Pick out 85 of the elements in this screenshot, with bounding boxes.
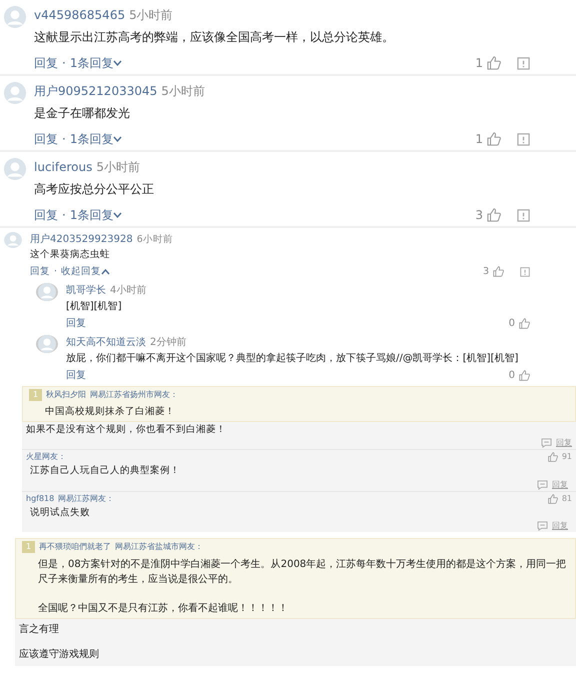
timestamp: 5小时前 [129,8,173,22]
replies-toggle[interactable]: 收起回复 [61,264,110,279]
separator-dot: · [62,131,66,148]
like-count: 3 [482,264,489,278]
comment-text: 言之有理 [18,622,60,637]
username[interactable]: v44598685465 [34,8,126,22]
avatar[interactable] [4,158,26,180]
username[interactable]: 再不猥琐咱們就老了 [39,540,112,553]
reply-link[interactable]: 回复 [552,478,568,490]
report-icon[interactable] [517,208,530,222]
username[interactable]: 知天高不知道云淡 [66,336,146,348]
caret-icon [101,268,110,275]
user-location: 网易江苏省盐城市网友： [115,540,204,553]
username[interactable]: hgf818 [26,492,54,504]
comment-text: 这个果葵病态虫蛀 [30,248,111,262]
avatar[interactable] [4,82,26,104]
comment-text: 江苏自己人玩自己人的典型案例！ [29,464,181,478]
username[interactable]: 用户9095212033045 [34,84,158,98]
separator-dot: · [54,264,58,278]
username[interactable]: 秋风扫夕阳 [46,388,86,401]
caret-icon [113,60,122,66]
avatar[interactable] [36,282,58,301]
comment-text: 这献显示出江苏高考的弊端，应该像全国高考一样，以总分论英雄。 [34,29,395,46]
avatar[interactable] [36,334,58,353]
like-count: 1 [475,55,483,72]
report-icon[interactable] [517,56,530,70]
replies-toggle[interactable]: 1条回复 [70,54,122,72]
reply-link[interactable]: 回复 [556,437,572,450]
timestamp: 4小时前 [110,284,146,296]
replies-toggle[interactable]: 1条回复 [70,130,122,148]
avatar[interactable] [4,6,26,28]
thumbs-up-icon[interactable] [487,208,501,222]
like-count: 3 [475,207,483,224]
username[interactable]: 用户4203529923928 [30,234,133,245]
separator-dot: · [62,55,66,72]
comment-text: 应该遵守游戏规则 [18,648,100,662]
like-count: 81 [562,492,572,504]
reply-link[interactable]: 回复 [66,316,509,331]
thumbs-up-icon[interactable] [487,56,501,70]
floor-number: 1 [29,388,42,401]
comment-text: 如果不是没有这个规则，你也看不到白湘菱！ [25,423,227,437]
thumbs-up-icon[interactable] [519,318,530,329]
caret-icon [113,212,122,218]
timestamp: 6小时前 [136,234,173,245]
username[interactable]: 凯哥学长 [66,284,106,296]
reply-link[interactable]: 回复 [66,368,509,383]
timestamp: 5小时前 [96,160,140,174]
comment-icon[interactable] [541,438,552,448]
avatar[interactable] [4,232,22,248]
comment-text: 放屁，你们都干嘛不离开这个国家呢？典型的拿起筷子吃肉，放下筷子骂娘//@凯哥学长：[机智][机智] [66,352,520,366]
reply-link[interactable]: 回复 [34,206,58,224]
like-count: 0 [508,368,515,383]
comment-text: 说明试点失败 [29,506,91,520]
comment-text: 高考应按总分公平公正 [34,181,155,198]
like-count: 91 [562,451,572,464]
thumbs-up-icon[interactable] [548,494,558,504]
comment-text: 是金子在哪都发光 [34,105,131,122]
reply-link[interactable]: 回复 [552,520,568,532]
reply-link[interactable]: 回复 [30,264,50,279]
like-count: 1 [475,131,483,148]
comment-icon[interactable] [537,480,548,490]
report-icon[interactable] [520,266,530,277]
quote-text: 但是，08方案针对的不是淮阴中学白湘菱一个考生。从2008年起，江苏每年数十万考生使用的都是这个方案，用同一把尺子来衡量所有的考生，应当说是很公平的。 [37,558,568,587]
username[interactable]: 火星网友： [26,451,66,464]
reply-link[interactable]: 回复 [34,54,58,72]
timestamp: 2分钟前 [150,336,186,348]
thumbs-up-icon[interactable] [493,266,504,278]
quote-text: 全国呢？中国又不是只有江苏，你看不起谁呢！！！！！ [37,602,289,616]
floor-number: 1 [22,540,36,553]
thumbs-up-icon[interactable] [519,370,530,381]
username[interactable]: luciferous [34,160,92,174]
timestamp: 5小时前 [161,84,205,98]
caret-icon [113,136,122,142]
reply-link[interactable]: 回复 [34,130,58,148]
quote-text: 中国高校规则抹杀了白湘菱！ [44,404,176,419]
thumbs-up-icon[interactable] [487,132,501,146]
user-location: 网易江苏网友： [58,492,114,504]
report-icon[interactable] [517,132,530,146]
separator-dot: · [62,207,66,224]
comment-icon[interactable] [537,520,548,531]
like-count: 0 [508,316,515,331]
thumbs-up-icon[interactable] [548,452,558,462]
comment-text: [机智][机智] [66,300,123,314]
user-location: 网易江苏省扬州市网友： [90,388,178,401]
replies-toggle[interactable]: 1条回复 [70,206,122,224]
